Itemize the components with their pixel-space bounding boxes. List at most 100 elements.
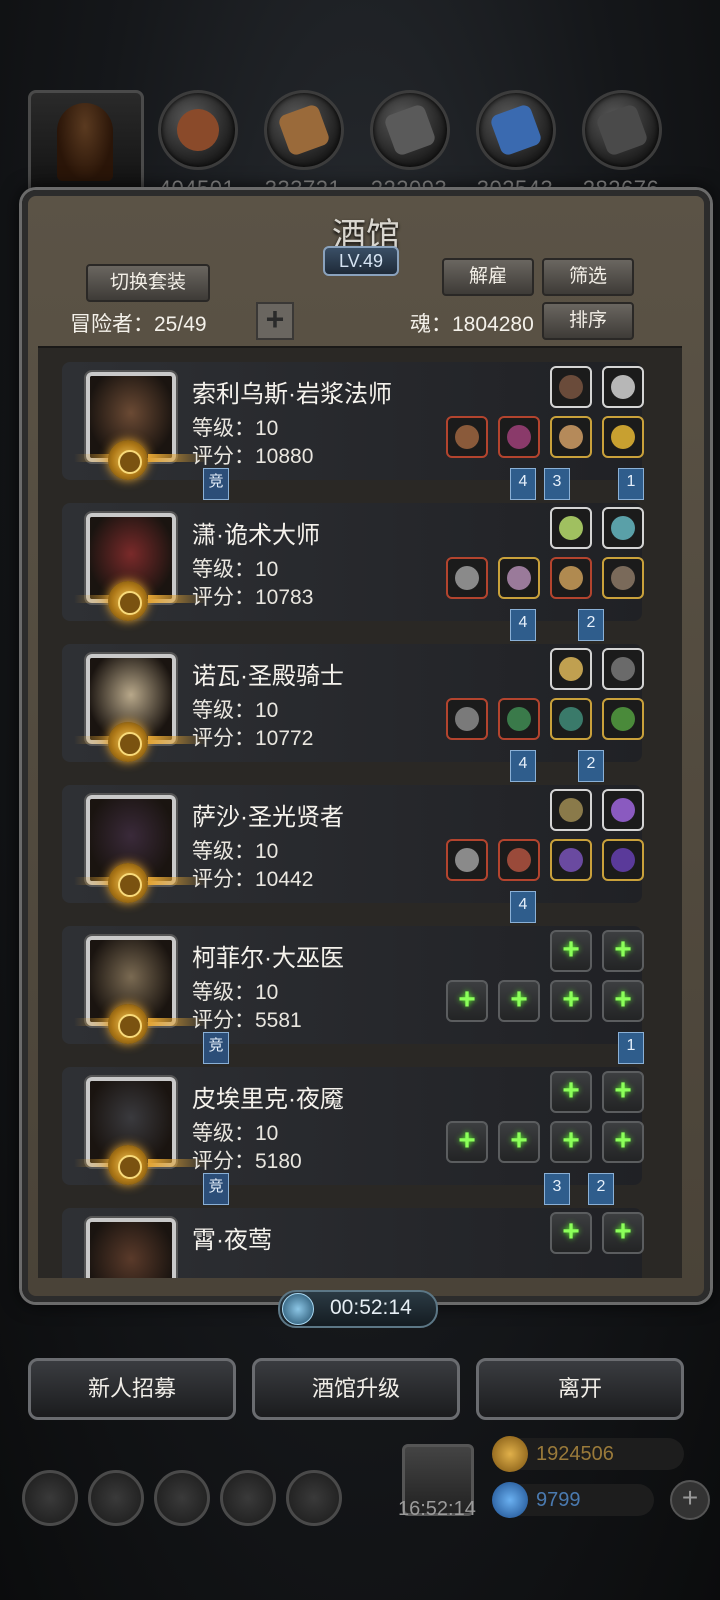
- equipment-item-icon: [611, 798, 635, 822]
- hero-score: 评分：10880: [192, 445, 314, 468]
- equipment-slot[interactable]: [602, 789, 644, 831]
- empty-equip-slot[interactable]: +: [446, 980, 488, 1022]
- hero-list[interactable]: 索利乌斯·岩浆法师 等级：10 评分：10880 竞 4 3 1 潇·诡术大师 等级：10 评分：…: [38, 346, 682, 1278]
- hero-row[interactable]: 索利乌斯·岩浆法师 等级：10 评分：10880 竞 4 3 1: [38, 352, 682, 500]
- equipment-item-icon: [611, 848, 635, 872]
- empty-equip-slot[interactable]: +: [550, 1121, 592, 1163]
- equipment-slot[interactable]: [550, 507, 592, 549]
- empty-equip-slot[interactable]: +: [498, 980, 540, 1022]
- empty-equip-slot[interactable]: +: [602, 930, 644, 972]
- equipment-slot[interactable]: [446, 839, 488, 881]
- equipment-item-icon: [507, 566, 531, 590]
- wood-planks-icon: [264, 90, 344, 170]
- hero-row[interactable]: 诺瓦·圣殿骑士 等级：10 评分：10772 4 2: [38, 634, 682, 782]
- equipment-slot[interactable]: [550, 366, 592, 408]
- equipment-slot[interactable]: [602, 366, 644, 408]
- recruit-button[interactable]: 新人招募: [28, 1358, 236, 1420]
- equipment-item-icon: [559, 375, 583, 399]
- menu-round-icon[interactable]: [88, 1470, 144, 1526]
- add-equipment-icon: +: [614, 983, 632, 1016]
- map-round-icon[interactable]: [154, 1470, 210, 1526]
- empty-equip-slot[interactable]: +: [550, 1212, 592, 1254]
- equipment-item-icon: [507, 707, 531, 731]
- equipment-item-icon: [611, 566, 635, 590]
- iron-resource[interactable]: 222093: [370, 90, 450, 202]
- gift-timer: 16:52:14: [398, 1498, 476, 1520]
- equipment-item-icon: [455, 707, 479, 731]
- settings-gear-icon[interactable]: [22, 1470, 78, 1526]
- equipment-slot[interactable]: [550, 648, 592, 690]
- hero-row[interactable]: 霄·夜莺 + +: [38, 1198, 682, 1278]
- equipment-item-icon: [611, 425, 635, 449]
- equipment-item-icon: [455, 425, 479, 449]
- wood-resource[interactable]: 333721: [264, 90, 344, 202]
- hero-row[interactable]: 柯菲尔·大巫医 等级：10 评分：5581 + + + + + + 竞 1: [38, 916, 682, 1064]
- resource-bar: 404501 333721 222093 302543 282676: [0, 90, 720, 202]
- equipment-slot[interactable]: [550, 789, 592, 831]
- hooded-portrait-icon[interactable]: [28, 90, 144, 196]
- hero-face-icon: [90, 1222, 172, 1278]
- equipment-slot[interactable]: [602, 839, 644, 881]
- empty-equip-slot[interactable]: +: [602, 980, 644, 1022]
- soul-count: 魂：1804280: [410, 313, 534, 336]
- add-equipment-icon: +: [510, 983, 528, 1016]
- hero-level: 等级：10: [192, 417, 279, 440]
- gem-counter: 9799: [492, 1482, 654, 1518]
- add-currency-button[interactable]: +: [670, 1480, 710, 1520]
- hero-name: 索利乌斯·岩浆法师: [192, 381, 392, 408]
- empty-equip-slot[interactable]: +: [550, 1071, 592, 1113]
- hero-name: 柯菲尔·大巫医: [192, 945, 344, 972]
- add-equipment-icon: +: [458, 1124, 476, 1157]
- add-equipment-icon: +: [562, 1074, 580, 1107]
- hero-row[interactable]: 萨沙·圣光贤者 等级：10 评分：10442 4: [38, 775, 682, 923]
- add-equipment-icon: +: [562, 1215, 580, 1248]
- add-equipment-icon: +: [510, 1124, 528, 1157]
- equipment-slot[interactable]: [446, 416, 488, 458]
- level-badge: LV.49: [323, 246, 399, 276]
- rank-emblem-icon: [108, 722, 148, 762]
- equipment-slot[interactable]: [550, 698, 592, 740]
- equipment-slot[interactable]: [498, 557, 540, 599]
- equipment-slot[interactable]: [498, 416, 540, 458]
- leave-button[interactable]: 离开: [476, 1358, 684, 1420]
- shop-round-icon[interactable]: [286, 1470, 342, 1526]
- hero-name: 潇·诡术大师: [192, 522, 320, 549]
- equipment-slot[interactable]: [602, 557, 644, 599]
- dismiss-button[interactable]: 解雇: [442, 258, 534, 296]
- equipment-slot[interactable]: [498, 839, 540, 881]
- equipment-slot[interactable]: [602, 698, 644, 740]
- add-equipment-icon: +: [614, 1215, 632, 1248]
- equipment-slot[interactable]: [550, 839, 592, 881]
- switch-outfit-button[interactable]: 切换套装: [86, 264, 210, 302]
- empty-equip-slot[interactable]: +: [446, 1121, 488, 1163]
- sort-button[interactable]: 排序: [542, 302, 634, 340]
- equipment-item-icon: [559, 707, 583, 731]
- hero-portrait[interactable]: [86, 1218, 176, 1278]
- add-slot-button[interactable]: +: [256, 302, 294, 340]
- empty-equip-slot[interactable]: +: [550, 930, 592, 972]
- empty-equip-slot[interactable]: +: [602, 1121, 644, 1163]
- equipment-slot[interactable]: [602, 507, 644, 549]
- hero-row[interactable]: 皮埃里克·夜魇 等级：10 评分：5180 + + + + + + 竞 3 2: [38, 1057, 682, 1205]
- gem-icon: [492, 1482, 528, 1518]
- empty-equip-slot[interactable]: +: [498, 1121, 540, 1163]
- equipment-slot[interactable]: [602, 648, 644, 690]
- equipment-slot[interactable]: [550, 416, 592, 458]
- rank-emblem-icon: [108, 581, 148, 621]
- hero-row[interactable]: 潇·诡术大师 等级：10 评分：10783 4 2: [38, 493, 682, 641]
- empty-equip-slot[interactable]: +: [550, 980, 592, 1022]
- equipment-slot[interactable]: [602, 416, 644, 458]
- equipment-slot[interactable]: [550, 557, 592, 599]
- meat-resource[interactable]: 404501: [158, 90, 238, 202]
- equipment-slot[interactable]: [498, 698, 540, 740]
- equipment-slot[interactable]: [446, 698, 488, 740]
- stone-resource[interactable]: 282676: [582, 90, 662, 202]
- crystal-resource[interactable]: 302543: [476, 90, 556, 202]
- rank-emblem-icon: [108, 440, 148, 480]
- filter-button[interactable]: 筛选: [542, 258, 634, 296]
- mail-round-icon[interactable]: [220, 1470, 276, 1526]
- equipment-slot[interactable]: [446, 557, 488, 599]
- empty-equip-slot[interactable]: +: [602, 1212, 644, 1254]
- empty-equip-slot[interactable]: +: [602, 1071, 644, 1113]
- upgrade-tavern-button[interactable]: 酒馆升级: [252, 1358, 460, 1420]
